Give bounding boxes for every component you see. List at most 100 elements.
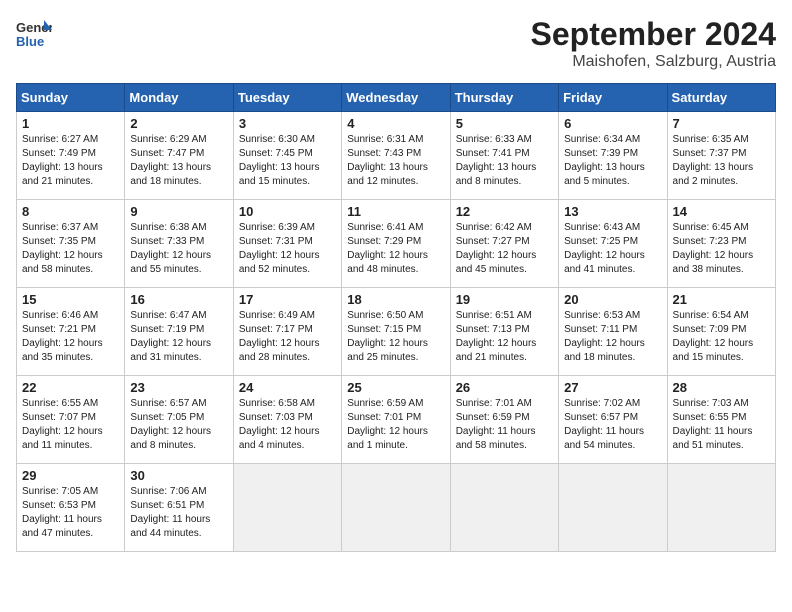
day-number: 23 (130, 380, 227, 395)
day-number: 24 (239, 380, 336, 395)
calendar-cell (667, 464, 775, 552)
day-of-week-header: Friday (559, 84, 667, 112)
day-number: 13 (564, 204, 661, 219)
cell-content: Sunrise: 6:38 AM Sunset: 7:33 PM Dayligh… (130, 221, 227, 277)
day-number: 27 (564, 380, 661, 395)
day-number: 1 (22, 116, 119, 131)
cell-content: Sunrise: 6:53 AM Sunset: 7:11 PM Dayligh… (564, 309, 661, 365)
day-number: 19 (456, 292, 553, 307)
day-of-week-header: Sunday (17, 84, 125, 112)
calendar-cell: 7Sunrise: 6:35 AM Sunset: 7:37 PM Daylig… (667, 112, 775, 200)
month-title: September 2024 (531, 16, 776, 53)
cell-content: Sunrise: 6:51 AM Sunset: 7:13 PM Dayligh… (456, 309, 553, 365)
calendar-cell: 14 Sunrise: 6:45 AM Sunset: 7:23 PM Dayli… (667, 200, 775, 288)
calendar-cell: 13 Sunrise: 6:43 AM Sunset: 7:25 PM Dayli… (559, 200, 667, 288)
calendar-table: SundayMondayTuesdayWednesdayThursdayFrid… (16, 83, 776, 552)
day-number: 12 (456, 204, 553, 219)
location-subtitle: Maishofen, Salzburg, Austria (531, 53, 776, 71)
day-number: 28 (673, 380, 770, 395)
day-number: 20 (564, 292, 661, 307)
cell-content: Sunrise: 7:06 AM Sunset: 6:51 PM Dayligh… (130, 485, 227, 541)
cell-content: Sunrise: 6:33 AM Sunset: 7:41 PM Dayligh… (456, 133, 553, 189)
calendar-cell: 8 Sunrise: 6:37 AM Sunset: 7:35 PM Daylig… (17, 200, 125, 288)
calendar-cell: 29 Sunrise: 7:05 AM Sunset: 6:53 PM Dayli… (17, 464, 125, 552)
day-of-week-header: Thursday (450, 84, 558, 112)
calendar-cell: 26Sunrise: 7:01 AM Sunset: 6:59 PM Dayli… (450, 376, 558, 464)
cell-content: Sunrise: 6:37 AM Sunset: 7:35 PM Dayligh… (22, 221, 119, 277)
calendar-cell: 30Sunrise: 7:06 AM Sunset: 6:51 PM Dayli… (125, 464, 233, 552)
cell-content: Sunrise: 6:42 AM Sunset: 7:27 PM Dayligh… (456, 221, 553, 277)
cell-content: Sunrise: 6:27 AM Sunset: 7:49 PM Dayligh… (22, 133, 119, 189)
cell-content: Sunrise: 7:01 AM Sunset: 6:59 PM Dayligh… (456, 397, 553, 453)
day-number: 6 (564, 116, 661, 131)
cell-content: Sunrise: 6:39 AM Sunset: 7:31 PM Dayligh… (239, 221, 336, 277)
calendar-cell: 27 Sunrise: 7:02 AM Sunset: 6:57 PM Dayli… (559, 376, 667, 464)
calendar-week-row: 29 Sunrise: 7:05 AM Sunset: 6:53 PM Dayli… (17, 464, 776, 552)
cell-content: Sunrise: 7:03 AM Sunset: 6:55 PM Dayligh… (673, 397, 770, 453)
calendar-cell: 28 Sunrise: 7:03 AM Sunset: 6:55 PM Dayli… (667, 376, 775, 464)
calendar-cell: 1 Sunrise: 6:27 AM Sunset: 7:49 PM Daylig… (17, 112, 125, 200)
cell-content: Sunrise: 6:43 AM Sunset: 7:25 PM Dayligh… (564, 221, 661, 277)
day-number: 2 (130, 116, 227, 131)
page-header: General Blue September 2024 Maishofen, S… (16, 16, 776, 71)
day-number: 14 (673, 204, 770, 219)
title-area: September 2024 Maishofen, Salzburg, Aust… (531, 16, 776, 71)
cell-content: Sunrise: 6:45 AM Sunset: 7:23 PM Dayligh… (673, 221, 770, 277)
cell-content: Sunrise: 6:54 AM Sunset: 7:09 PM Dayligh… (673, 309, 770, 365)
day-number: 8 (22, 204, 119, 219)
cell-content: Sunrise: 6:57 AM Sunset: 7:05 PM Dayligh… (130, 397, 227, 453)
calendar-cell: 17Sunrise: 6:49 AM Sunset: 7:17 PM Dayli… (233, 288, 341, 376)
calendar-cell (342, 464, 450, 552)
logo: General Blue (16, 16, 52, 52)
day-number: 29 (22, 468, 119, 483)
calendar-week-row: 8 Sunrise: 6:37 AM Sunset: 7:35 PM Daylig… (17, 200, 776, 288)
day-of-week-header: Saturday (667, 84, 775, 112)
day-number: 9 (130, 204, 227, 219)
cell-content: Sunrise: 6:31 AM Sunset: 7:43 PM Dayligh… (347, 133, 444, 189)
logo-icon: General Blue (16, 16, 52, 52)
day-number: 10 (239, 204, 336, 219)
cell-content: Sunrise: 6:41 AM Sunset: 7:29 PM Dayligh… (347, 221, 444, 277)
cell-content: Sunrise: 6:34 AM Sunset: 7:39 PM Dayligh… (564, 133, 661, 189)
calendar-week-row: 22 Sunrise: 6:55 AM Sunset: 7:07 PM Dayli… (17, 376, 776, 464)
calendar-cell: 25Sunrise: 6:59 AM Sunset: 7:01 PM Dayli… (342, 376, 450, 464)
calendar-cell: 11Sunrise: 6:41 AM Sunset: 7:29 PM Dayli… (342, 200, 450, 288)
calendar-cell (450, 464, 558, 552)
cell-content: Sunrise: 6:55 AM Sunset: 7:07 PM Dayligh… (22, 397, 119, 453)
calendar-cell: 19 Sunrise: 6:51 AM Sunset: 7:13 PM Dayli… (450, 288, 558, 376)
calendar-cell: 12 Sunrise: 6:42 AM Sunset: 7:27 PM Dayli… (450, 200, 558, 288)
day-number: 25 (347, 380, 444, 395)
day-number: 16 (130, 292, 227, 307)
calendar-cell: 21 Sunrise: 6:54 AM Sunset: 7:09 PM Dayli… (667, 288, 775, 376)
cell-content: Sunrise: 6:47 AM Sunset: 7:19 PM Dayligh… (130, 309, 227, 365)
calendar-week-row: 15 Sunrise: 6:46 AM Sunset: 7:21 PM Dayli… (17, 288, 776, 376)
day-number: 7 (673, 116, 770, 131)
calendar-cell: 22 Sunrise: 6:55 AM Sunset: 7:07 PM Dayli… (17, 376, 125, 464)
cell-content: Sunrise: 6:30 AM Sunset: 7:45 PM Dayligh… (239, 133, 336, 189)
calendar-cell: 16 Sunrise: 6:47 AM Sunset: 7:19 PM Dayli… (125, 288, 233, 376)
calendar-cell: 9 Sunrise: 6:38 AM Sunset: 7:33 PM Daylig… (125, 200, 233, 288)
day-of-week-header: Wednesday (342, 84, 450, 112)
day-number: 21 (673, 292, 770, 307)
calendar-cell: 2 Sunrise: 6:29 AM Sunset: 7:47 PM Daylig… (125, 112, 233, 200)
cell-content: Sunrise: 6:29 AM Sunset: 7:47 PM Dayligh… (130, 133, 227, 189)
day-number: 3 (239, 116, 336, 131)
calendar-cell: 3 Sunrise: 6:30 AM Sunset: 7:45 PM Daylig… (233, 112, 341, 200)
cell-content: Sunrise: 7:02 AM Sunset: 6:57 PM Dayligh… (564, 397, 661, 453)
cell-content: Sunrise: 6:58 AM Sunset: 7:03 PM Dayligh… (239, 397, 336, 453)
calendar-cell: 4 Sunrise: 6:31 AM Sunset: 7:43 PM Daylig… (342, 112, 450, 200)
cell-content: Sunrise: 7:05 AM Sunset: 6:53 PM Dayligh… (22, 485, 119, 541)
svg-text:Blue: Blue (16, 34, 44, 49)
calendar-cell (233, 464, 341, 552)
day-number: 5 (456, 116, 553, 131)
day-number: 4 (347, 116, 444, 131)
calendar-cell: 24 Sunrise: 6:58 AM Sunset: 7:03 PM Dayli… (233, 376, 341, 464)
day-number: 15 (22, 292, 119, 307)
day-number: 22 (22, 380, 119, 395)
cell-content: Sunrise: 6:49 AM Sunset: 7:17 PM Dayligh… (239, 309, 336, 365)
cell-content: Sunrise: 6:46 AM Sunset: 7:21 PM Dayligh… (22, 309, 119, 365)
day-of-week-header: Monday (125, 84, 233, 112)
calendar-week-row: 1 Sunrise: 6:27 AM Sunset: 7:49 PM Daylig… (17, 112, 776, 200)
calendar-cell (559, 464, 667, 552)
calendar-cell: 10 Sunrise: 6:39 AM Sunset: 7:31 PM Dayli… (233, 200, 341, 288)
